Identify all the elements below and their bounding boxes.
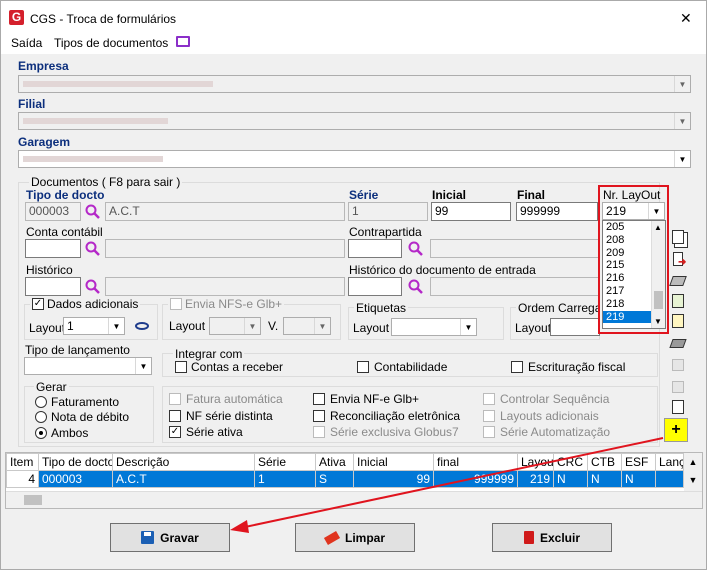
main-window: G CGS - Troca de formulários ✕ Saída Tip… xyxy=(0,0,707,570)
annotation-arrow xyxy=(230,437,664,533)
